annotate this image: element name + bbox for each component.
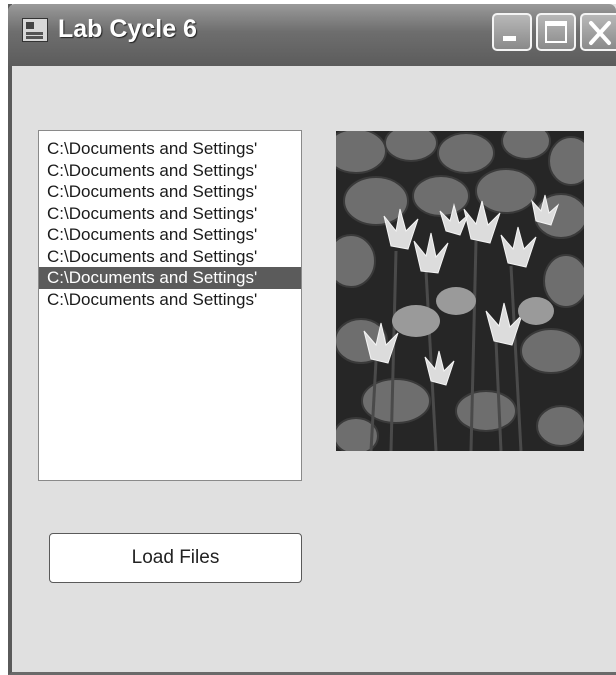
app-window: Lab Cycle 6 C:\Documents and Settings' C:… <box>8 4 616 675</box>
file-listbox[interactable]: C:\Documents and Settings' C:\Documents a… <box>38 130 302 481</box>
window-title: Lab Cycle 6 <box>58 15 197 43</box>
title-bar[interactable]: Lab Cycle 6 <box>8 4 616 66</box>
list-item[interactable]: C:\Documents and Settings' <box>39 181 301 203</box>
list-item[interactable]: C:\Documents and Settings' <box>39 203 301 225</box>
list-item[interactable]: C:\Documents and Settings' <box>39 267 301 289</box>
list-item[interactable]: C:\Documents and Settings' <box>39 160 301 182</box>
picture-box <box>336 131 584 451</box>
list-item[interactable]: C:\Documents and Settings' <box>39 224 301 246</box>
maximize-button[interactable] <box>536 13 576 51</box>
water-lily-photo <box>336 131 584 451</box>
list-item[interactable]: C:\Documents and Settings' <box>39 246 301 268</box>
minimize-icon <box>503 36 516 41</box>
minimize-button[interactable] <box>492 13 532 51</box>
list-item[interactable]: C:\Documents and Settings' <box>39 138 301 160</box>
close-icon <box>589 21 611 45</box>
maximize-icon <box>545 21 567 43</box>
load-files-button[interactable]: Load Files <box>49 533 302 583</box>
close-button[interactable] <box>580 13 616 51</box>
app-form-icon[interactable] <box>22 18 48 42</box>
list-item[interactable]: C:\Documents and Settings' <box>39 289 301 311</box>
